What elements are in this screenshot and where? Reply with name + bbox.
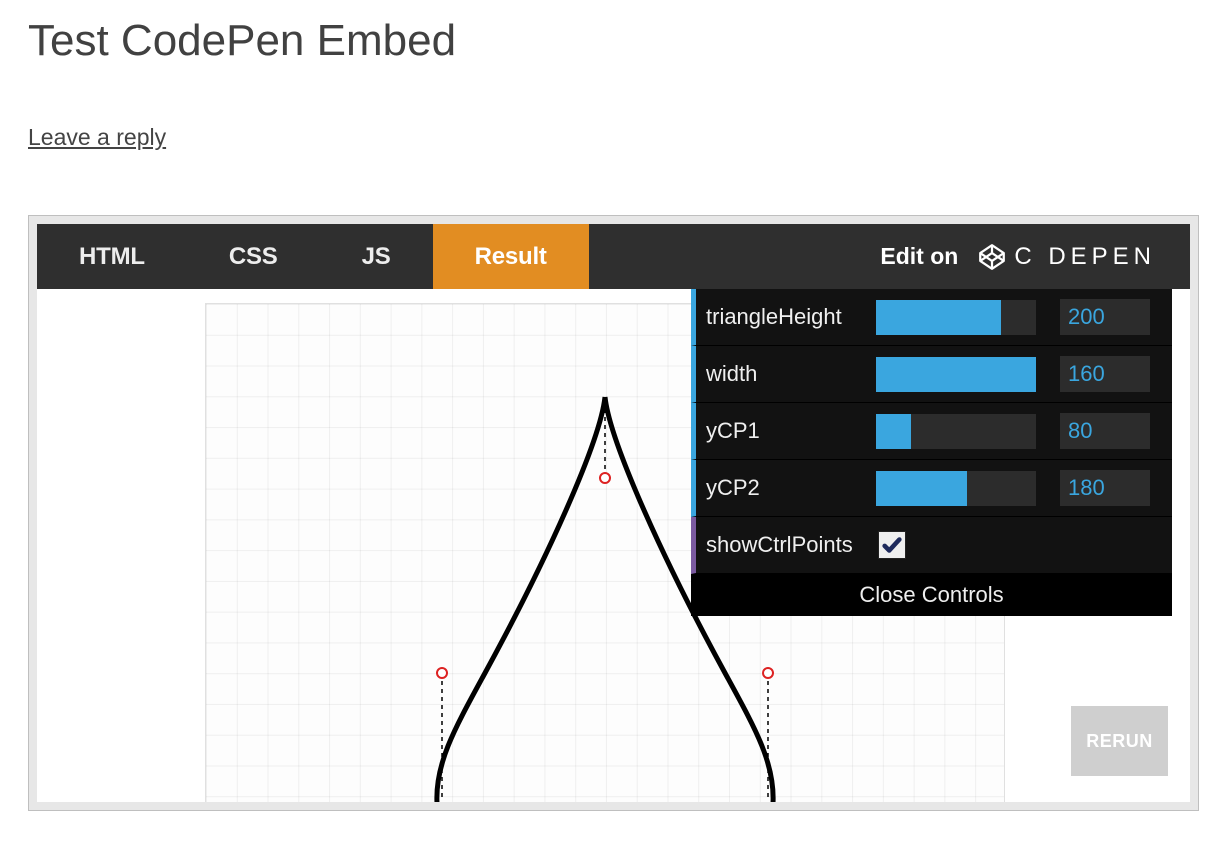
slider-track[interactable]: [876, 471, 1036, 506]
control-label: triangleHeight: [696, 304, 876, 330]
codepen-embed-inner: HTML CSS JS Result Edit on: [37, 224, 1190, 802]
slider-fill: [876, 300, 1001, 335]
tab-js[interactable]: JS: [320, 224, 433, 289]
control-value-input[interactable]: 200: [1060, 299, 1150, 335]
slider-track[interactable]: [876, 414, 1036, 449]
control-row-width[interactable]: width 160: [691, 346, 1172, 403]
codepen-wordmark: C DEPEN: [1014, 243, 1156, 271]
slider-fill: [876, 471, 967, 506]
control-label: yCP2: [696, 475, 876, 501]
control-value-input[interactable]: 80: [1060, 413, 1150, 449]
control-row-triangleHeight[interactable]: triangleHeight 200: [691, 289, 1172, 346]
checkbox-input[interactable]: [878, 531, 906, 559]
control-label: width: [696, 361, 876, 387]
edit-on-codepen-button[interactable]: Edit on C DEPEN: [880, 224, 1190, 289]
rerun-button[interactable]: RERUN: [1071, 706, 1168, 776]
codepen-logo: C DEPEN: [978, 243, 1156, 271]
tab-css[interactable]: CSS: [187, 224, 320, 289]
codepen-cube-icon: [978, 243, 1006, 271]
slider-track[interactable]: [876, 300, 1036, 335]
page-title: Test CodePen Embed: [28, 16, 1202, 66]
close-controls-button[interactable]: Close Controls: [691, 574, 1172, 616]
control-value-input[interactable]: 180: [1060, 470, 1150, 506]
control-value-input[interactable]: 160: [1060, 356, 1150, 392]
slider-fill: [876, 414, 911, 449]
embed-tabs-bar: HTML CSS JS Result Edit on: [37, 224, 1190, 289]
control-row-yCP1[interactable]: yCP1 80: [691, 403, 1172, 460]
dat-gui-panel: triangleHeight 200 width 160: [691, 289, 1172, 616]
tab-html[interactable]: HTML: [37, 224, 187, 289]
slider-fill: [876, 357, 1036, 392]
control-row-showCtrlPoints[interactable]: showCtrlPoints: [691, 517, 1172, 574]
check-icon: [881, 534, 903, 556]
control-label: showCtrlPoints: [696, 532, 876, 558]
edit-on-label: Edit on: [880, 243, 958, 270]
slider-track[interactable]: [876, 357, 1036, 392]
control-row-yCP2[interactable]: yCP2 180: [691, 460, 1172, 517]
control-label: yCP1: [696, 418, 876, 444]
leave-reply-link[interactable]: Leave a reply: [28, 124, 166, 151]
tab-result[interactable]: Result: [433, 224, 589, 289]
result-area: triangleHeight 200 width 160: [37, 289, 1190, 802]
codepen-embed-frame: HTML CSS JS Result Edit on: [28, 215, 1199, 811]
